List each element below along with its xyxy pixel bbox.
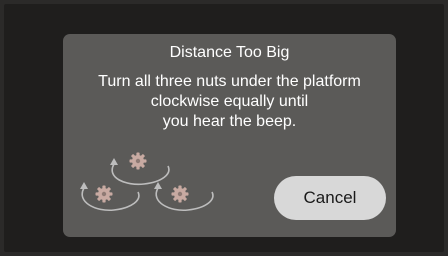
- message-line-2: clockwise equally until: [150, 93, 309, 110]
- nut-right: [171, 185, 189, 203]
- nut-left: [95, 185, 113, 203]
- dialog-message: Turn all three nuts under the platform c…: [63, 72, 396, 132]
- three-nuts-clockwise-icon: [80, 152, 214, 212]
- arrow-top: [111, 163, 170, 186]
- message-line-3: you hear the beep.: [162, 113, 297, 130]
- message-line-1: Turn all three nuts under the platform: [98, 73, 361, 90]
- cancel-button[interactable]: Cancel: [274, 176, 386, 220]
- nut-top: [129, 152, 147, 170]
- dialog-title: Distance Too Big: [169, 44, 290, 61]
- screen: Distance Too Big Turn all three nuts und…: [4, 4, 444, 252]
- dialog: Distance Too Big Turn all three nuts und…: [63, 34, 396, 237]
